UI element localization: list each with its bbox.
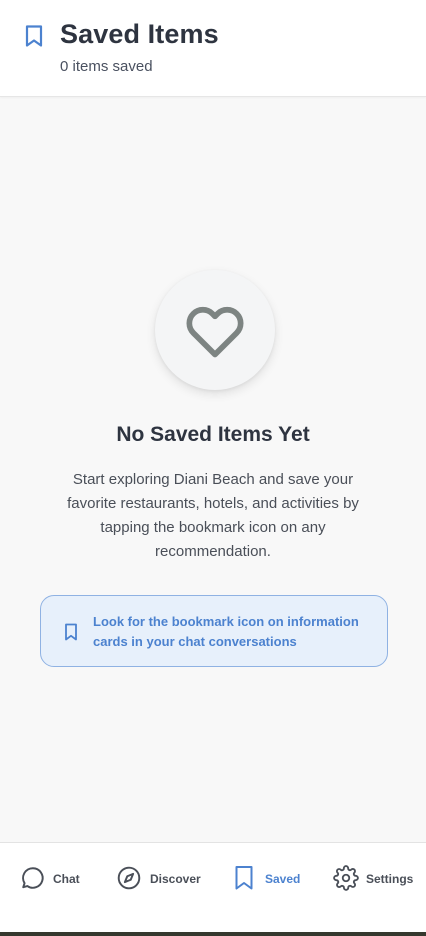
nav-item-settings[interactable]: Settings — [333, 865, 413, 893]
nav-item-chat[interactable]: Chat — [20, 865, 80, 893]
page-header: Saved Items 0 items saved — [0, 0, 426, 97]
bottom-navigation: Chat Discover Saved Settings — [0, 842, 426, 933]
bookmark-tip-card: Look for the bookmark icon on informatio… — [40, 595, 388, 667]
empty-state-description: Start exploring Diani Beach and save you… — [67, 471, 359, 560]
nav-label-saved: Saved — [265, 872, 301, 886]
bottom-edge-bar — [0, 932, 426, 936]
heart-icon — [186, 307, 244, 358]
nav-label-discover: Discover — [150, 872, 201, 886]
bookmark-icon — [22, 24, 46, 48]
tip-text: Look for the bookmark icon on informatio… — [93, 614, 359, 649]
nav-item-saved[interactable]: Saved — [233, 865, 301, 893]
gear-icon — [333, 865, 359, 891]
bookmark-icon — [63, 623, 79, 646]
nav-item-discover[interactable]: Discover — [116, 865, 201, 893]
nav-label-settings: Settings — [366, 872, 414, 886]
compass-icon — [117, 866, 141, 890]
bookmark-icon — [235, 866, 253, 890]
chat-bubble-icon — [22, 867, 44, 889]
saved-count: 0 items saved — [60, 58, 153, 75]
nav-label-chat: Chat — [53, 872, 80, 886]
empty-state-illustration — [155, 270, 275, 390]
empty-state-title: No Saved Items Yet — [116, 423, 310, 446]
page-title: Saved Items — [60, 19, 219, 49]
